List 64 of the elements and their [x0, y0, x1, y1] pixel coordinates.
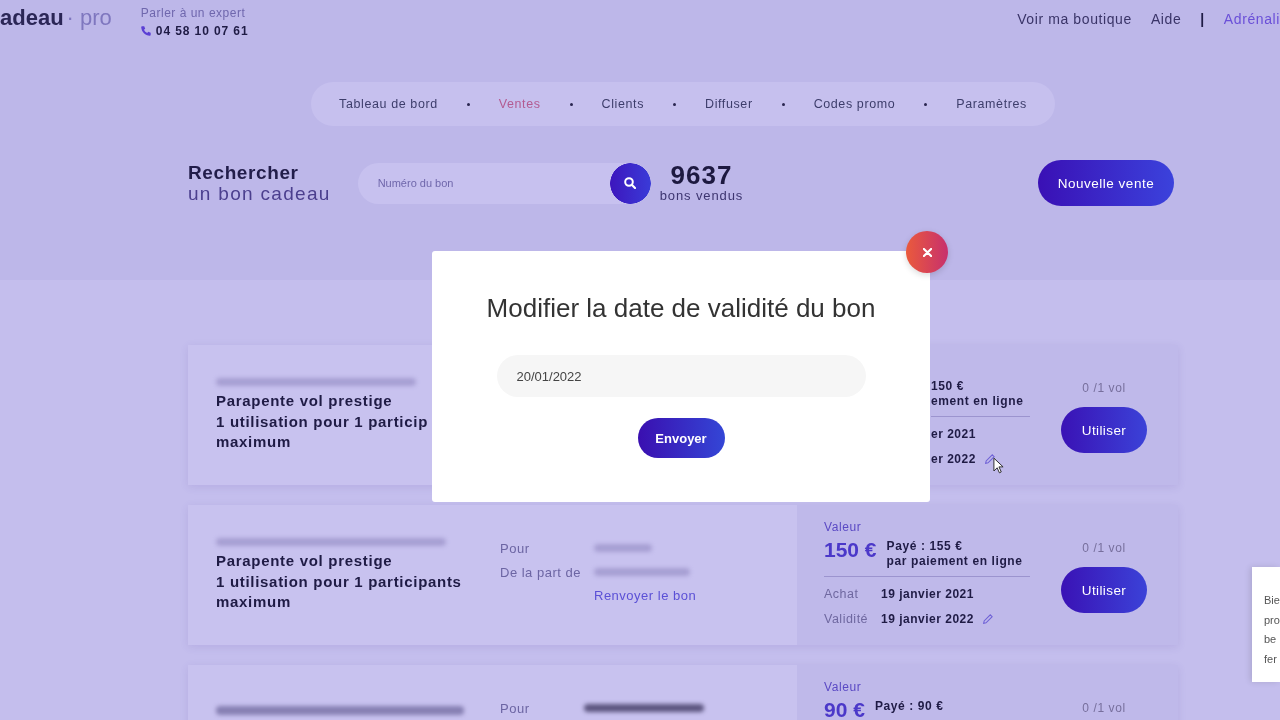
- voucher-title: Parapente vol prestige: [216, 391, 393, 411]
- nav-tab[interactable]: Tableau de bord: [339, 97, 438, 111]
- pencil-icon[interactable]: [982, 613, 993, 624]
- sold-count: 9637: [670, 162, 733, 188]
- bullet-icon: [466, 102, 470, 106]
- voucher-title: 1 utilisation pour 1 particip: [216, 411, 428, 432]
- pencil-icon[interactable]: [984, 453, 995, 464]
- detail-label: Pour: [500, 540, 531, 556]
- use-button[interactable]: Utiliser: [1061, 567, 1147, 613]
- value-label: Valeur: [824, 680, 862, 694]
- bullet-icon: [781, 102, 785, 106]
- purchase-date: 19 janvier 2021: [881, 587, 974, 602]
- expert-label: Parler à un expert: [140, 5, 247, 21]
- nav-tab[interactable]: Paramètres: [956, 97, 1027, 111]
- search-subheading: un bon cadeau: [188, 183, 331, 204]
- paid-amount: Payé : 90 €: [874, 699, 944, 714]
- header-link[interactable]: Aide: [1150, 10, 1182, 28]
- detail-label: Pour: [500, 700, 531, 716]
- validity-date: er 2022: [931, 451, 976, 466]
- validity-date: 19 janvier 2022: [881, 611, 974, 626]
- send-button[interactable]: Envoyer: [637, 418, 725, 458]
- logo[interactable]: adeau· pro: [0, 5, 112, 31]
- popup-message: Bie pro be fer: [1264, 593, 1280, 668]
- usage-count: 0 /1 vol: [1082, 381, 1126, 395]
- separator-text: |: [1200, 10, 1205, 28]
- purchase-date: er 2021: [931, 427, 976, 442]
- payment-method: ement en ligne: [931, 394, 1024, 409]
- payment-method: par paiement en ligne: [886, 554, 1023, 569]
- purchase-label: Achat: [824, 587, 860, 602]
- search-icon: [624, 177, 637, 189]
- voucher-title: 1 utilisation pour 1 participants: [216, 571, 462, 592]
- paid-amount: 150 €: [931, 379, 966, 394]
- nav-tab[interactable]: Clients: [601, 97, 644, 111]
- voucher-value: 90 €: [824, 700, 865, 720]
- bullet-icon: [569, 102, 573, 106]
- date-field[interactable]: 20/01/2022: [496, 355, 866, 397]
- detail-label: De la part de: [500, 564, 582, 580]
- dialog-title: Modifier la date de validité du bon: [486, 293, 876, 324]
- resend-link[interactable]: Renvoyer le bon: [594, 584, 697, 608]
- cursor-icon: [993, 457, 1004, 474]
- nav-tab[interactable]: Codes promo: [813, 97, 896, 111]
- search-field[interactable]: Numéro du bon: [357, 162, 610, 204]
- use-button[interactable]: Utiliser: [1061, 407, 1147, 453]
- new-sale-button[interactable]: Nouvelle vente: [1038, 160, 1174, 206]
- usage-count: 0 /1 vol: [1082, 541, 1126, 555]
- voucher-title: Parapente vol prestige: [216, 551, 393, 571]
- bullet-icon: [924, 102, 928, 106]
- value-label: Valeur: [824, 520, 862, 534]
- validity-label: Validité: [824, 611, 870, 626]
- voucher-title: maximum: [216, 432, 291, 452]
- close-icon: [922, 247, 932, 257]
- phone-number: 04 58 10 07 61: [155, 23, 249, 39]
- voucher-title: maximum: [216, 592, 291, 612]
- nav-tab[interactable]: Diffuser: [705, 97, 753, 111]
- blurred-text: [594, 544, 652, 552]
- search-heading: Rechercher: [188, 162, 300, 183]
- bullet-icon: [673, 102, 676, 106]
- header-link[interactable]: Voir ma boutique: [1017, 10, 1132, 28]
- voucher-value: 150 €: [824, 540, 877, 560]
- search-button[interactable]: [609, 162, 651, 204]
- sold-count-label: bons vendus: [659, 188, 744, 204]
- usage-count: 0 /1 vol: [1082, 701, 1126, 715]
- phone-icon: [140, 26, 151, 36]
- paid-amount: Payé : 155 €: [886, 539, 964, 554]
